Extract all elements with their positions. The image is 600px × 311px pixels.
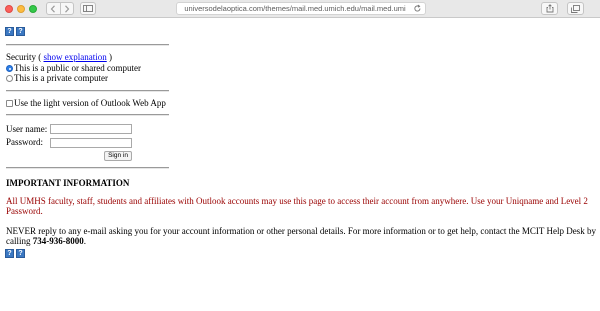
tabs-overview-button[interactable] [567, 2, 584, 15]
chevron-left-icon [50, 4, 56, 13]
url-text: universodelaoptica.com/themes/mail.med.u… [184, 4, 406, 13]
help-icons-bottom: ? ? [5, 249, 25, 258]
password-label: Password: [6, 137, 44, 147]
public-computer-label: This is a public or shared computer [14, 63, 141, 73]
username-input[interactable] [50, 124, 132, 134]
password-input[interactable] [50, 138, 132, 148]
divider [6, 90, 169, 92]
public-computer-option[interactable]: This is a public or shared computer [6, 63, 141, 73]
sidebar-icon [83, 5, 93, 12]
divider [6, 114, 169, 116]
share-icon [546, 4, 553, 13]
help-icons-top: ? ? [5, 27, 25, 36]
help-desk-phone: 734-936-8000 [32, 236, 84, 246]
security-label: Security ( [6, 52, 42, 62]
light-version-checkbox[interactable] [6, 100, 13, 107]
help-icon[interactable]: ? [5, 27, 14, 36]
security-close-paren: ) [109, 52, 112, 62]
help-icon[interactable]: ? [16, 27, 25, 36]
close-window-button[interactable] [5, 5, 13, 13]
tabs-icon [571, 4, 580, 13]
private-computer-radio[interactable] [6, 75, 13, 82]
sidebar-button[interactable] [80, 2, 96, 15]
username-label: User name: [6, 124, 48, 134]
help-icon[interactable]: ? [16, 249, 25, 258]
light-version-option[interactable]: Use the light version of Outlook Web App [6, 98, 166, 108]
address-bar[interactable]: universodelaoptica.com/themes/mail.med.u… [176, 2, 426, 15]
warning-end: . [83, 236, 86, 246]
forward-button[interactable] [59, 3, 74, 14]
security-row: Security ( show explanation ) [6, 52, 112, 62]
reload-icon[interactable] [413, 4, 422, 13]
zoom-window-button[interactable] [29, 5, 37, 13]
private-computer-label: This is a private computer [14, 73, 108, 83]
help-icon[interactable]: ? [5, 249, 14, 258]
browser-toolbar: universodelaoptica.com/themes/mail.med.u… [0, 0, 600, 18]
minimize-window-button[interactable] [17, 5, 25, 13]
sign-in-button[interactable]: Sign in [104, 151, 132, 161]
back-button[interactable] [47, 3, 60, 14]
security-warning: NEVER reply to any e-mail asking you for… [6, 226, 598, 246]
light-version-label: Use the light version of Outlook Web App [14, 98, 166, 108]
divider [6, 167, 169, 169]
private-computer-option[interactable]: This is a private computer [6, 73, 108, 83]
share-button[interactable] [541, 2, 558, 15]
important-information-heading: IMPORTANT INFORMATION [6, 178, 130, 188]
page-content: ? ? Security ( show explanation ) This i… [0, 18, 600, 311]
navigation-buttons [46, 2, 74, 15]
divider [6, 44, 169, 46]
show-explanation-link[interactable]: show explanation [44, 52, 107, 62]
warning-text: NEVER reply to any e-mail asking you for… [6, 226, 596, 246]
public-computer-radio[interactable] [6, 65, 13, 72]
umhs-notice: All UMHS faculty, staff, students and af… [6, 196, 588, 216]
chevron-right-icon [64, 4, 70, 13]
